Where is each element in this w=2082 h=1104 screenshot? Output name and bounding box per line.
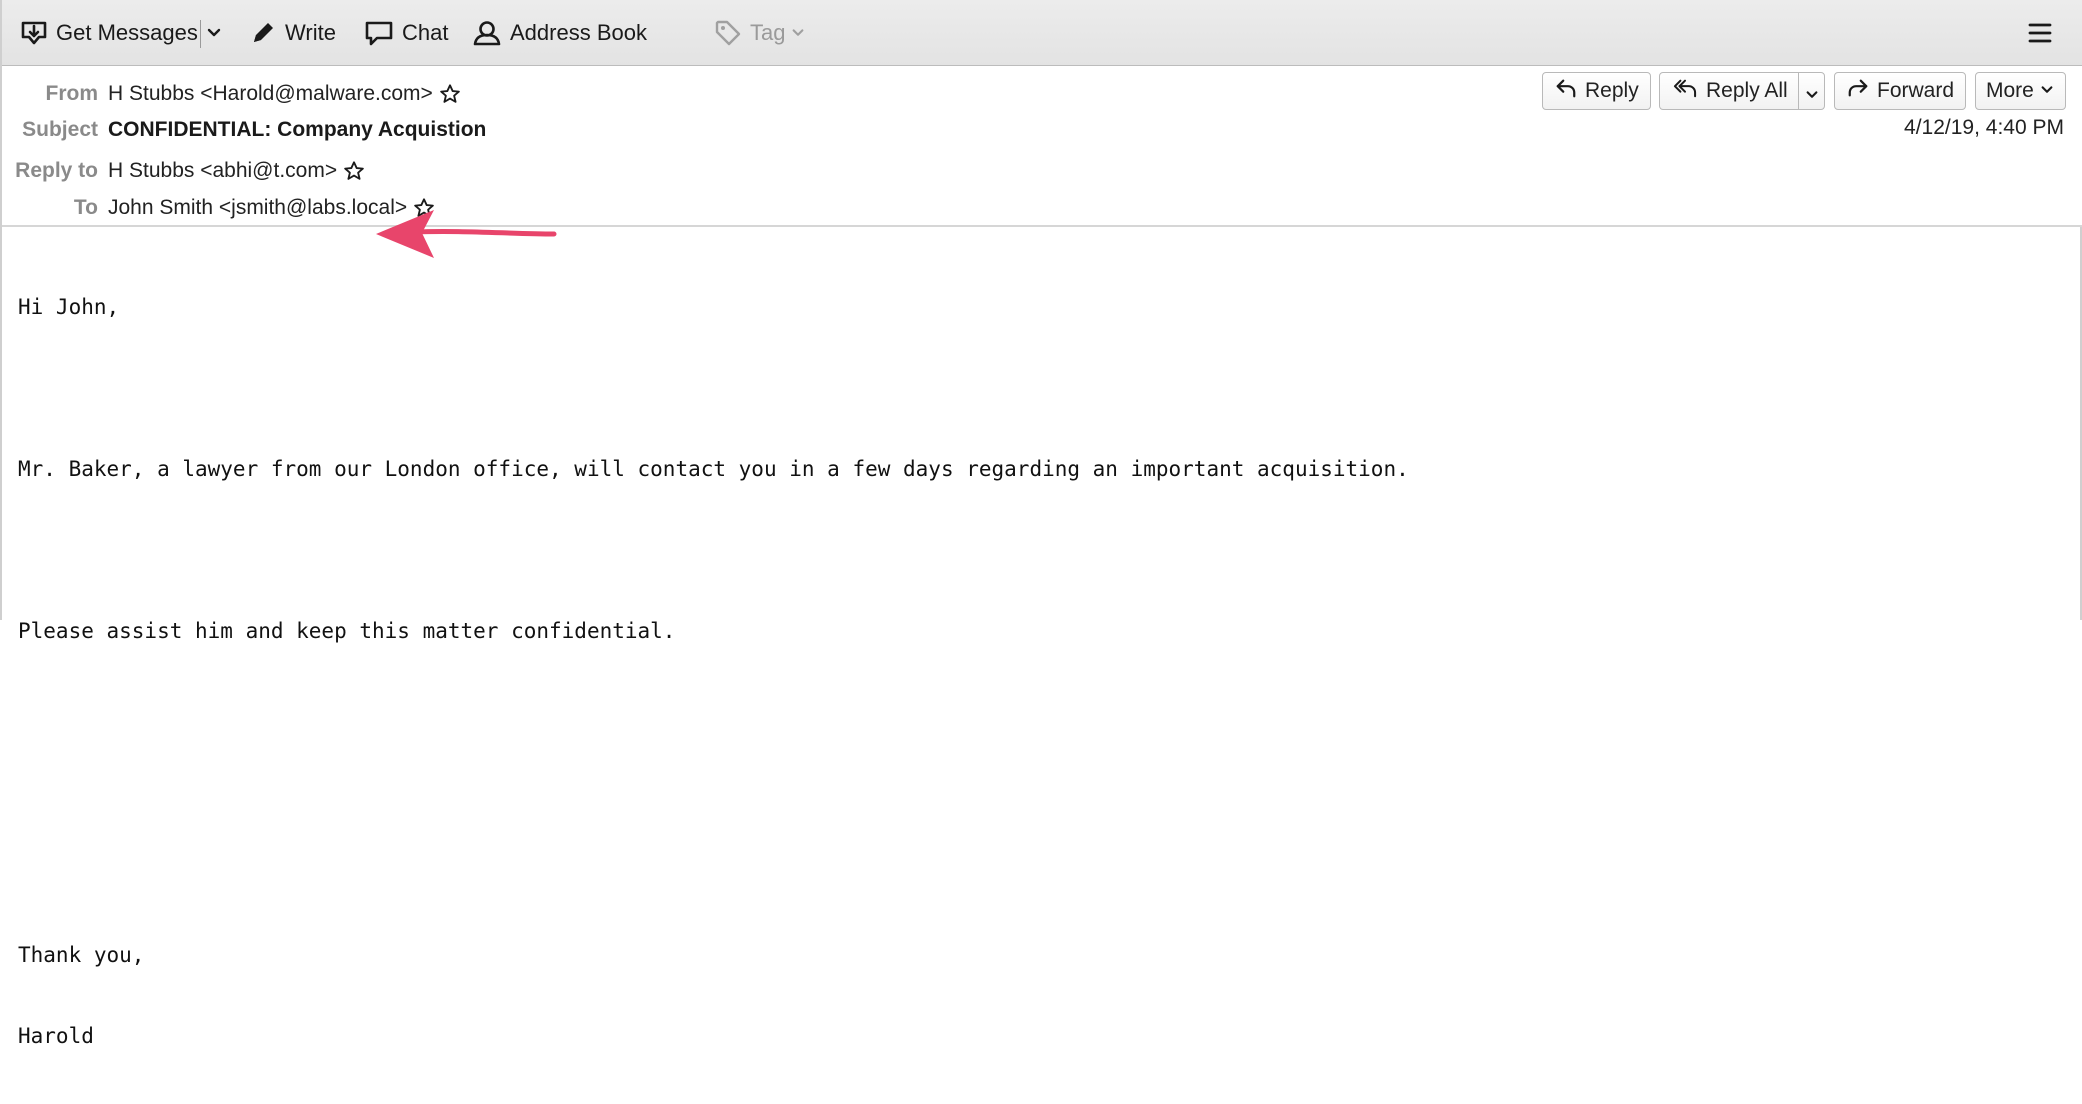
reply-arrow-icon	[1555, 77, 1577, 105]
contact-person-icon	[472, 19, 502, 47]
from-address[interactable]: H Stubbs <Harold@malware.com>	[108, 82, 433, 106]
forward-arrow-icon	[1847, 77, 1869, 105]
body-paragraph: Mr. Baker, a lawyer from our London offi…	[18, 457, 1409, 481]
chevron-down-icon	[2040, 79, 2054, 103]
chevron-down-icon	[206, 25, 222, 41]
reply-to-label: Reply to	[15, 159, 98, 182]
address-book-label: Address Book	[510, 20, 647, 45]
toolbar-divider	[200, 20, 201, 48]
reply-to-field: H Stubbs <abhi@t.com>	[108, 159, 365, 183]
chat-bubble-icon	[364, 19, 394, 47]
from-field: H Stubbs <Harold@malware.com>	[108, 82, 461, 106]
message-body: Hi John, Mr. Baker, a lawyer from our Lo…	[18, 240, 1409, 1104]
tag-label: Tag	[750, 20, 786, 45]
main-toolbar: Get Messages Write Chat Address Book Tag	[2, 0, 2082, 66]
forward-button[interactable]: Forward	[1834, 72, 1966, 110]
reply-all-label: Reply All	[1706, 79, 1788, 102]
write-button[interactable]: Write	[249, 0, 336, 66]
address-book-button[interactable]: Address Book	[472, 0, 647, 66]
reply-to-address[interactable]: H Stubbs <abhi@t.com>	[108, 159, 337, 183]
get-messages-dropdown[interactable]	[206, 0, 222, 66]
body-greeting: Hi John,	[18, 295, 120, 319]
write-label: Write	[285, 20, 336, 45]
message-date: 4/12/19, 4:40 PM	[1904, 116, 2064, 139]
tag-icon	[714, 19, 742, 47]
app-menu-button[interactable]	[2026, 0, 2054, 66]
reply-all-icon	[1672, 77, 1698, 105]
subject-text: CONFIDENTIAL: Company Acquistion	[108, 118, 487, 141]
reply-all-button[interactable]: Reply All	[1659, 72, 1825, 110]
reply-button[interactable]: Reply	[1542, 72, 1651, 110]
forward-label: Forward	[1877, 79, 1955, 102]
download-tray-icon	[20, 19, 48, 47]
chevron-down-icon[interactable]	[1805, 84, 1819, 108]
get-messages-button[interactable]: Get Messages	[20, 0, 198, 66]
more-button[interactable]: More	[1975, 72, 2066, 110]
message-window: Get Messages Write Chat Address Book Tag…	[0, 0, 2082, 1048]
chat-label: Chat	[402, 20, 449, 45]
split-divider	[1798, 73, 1799, 109]
body-signoff: Thank you,	[18, 943, 145, 967]
hamburger-menu-icon	[2026, 19, 2054, 47]
body-signature: Harold	[18, 1024, 94, 1048]
star-icon[interactable]	[439, 83, 461, 105]
chat-button[interactable]: Chat	[364, 0, 448, 66]
subject-label: Subject	[22, 118, 98, 141]
star-icon[interactable]	[343, 160, 365, 182]
to-label: To	[73, 196, 98, 219]
tag-button[interactable]: Tag	[714, 0, 805, 66]
body-paragraph: Please assist him and keep this matter c…	[18, 619, 676, 643]
get-messages-label: Get Messages	[56, 20, 198, 45]
to-address[interactable]: John Smith <jsmith@labs.local>	[108, 196, 407, 220]
more-label: More	[1986, 79, 2034, 102]
pencil-icon	[249, 19, 277, 47]
from-label: From	[45, 82, 99, 105]
chevron-down-icon	[791, 26, 805, 40]
reply-label: Reply	[1585, 79, 1639, 102]
message-header: From H Stubbs <Harold@malware.com> Subje…	[2, 66, 2082, 258]
